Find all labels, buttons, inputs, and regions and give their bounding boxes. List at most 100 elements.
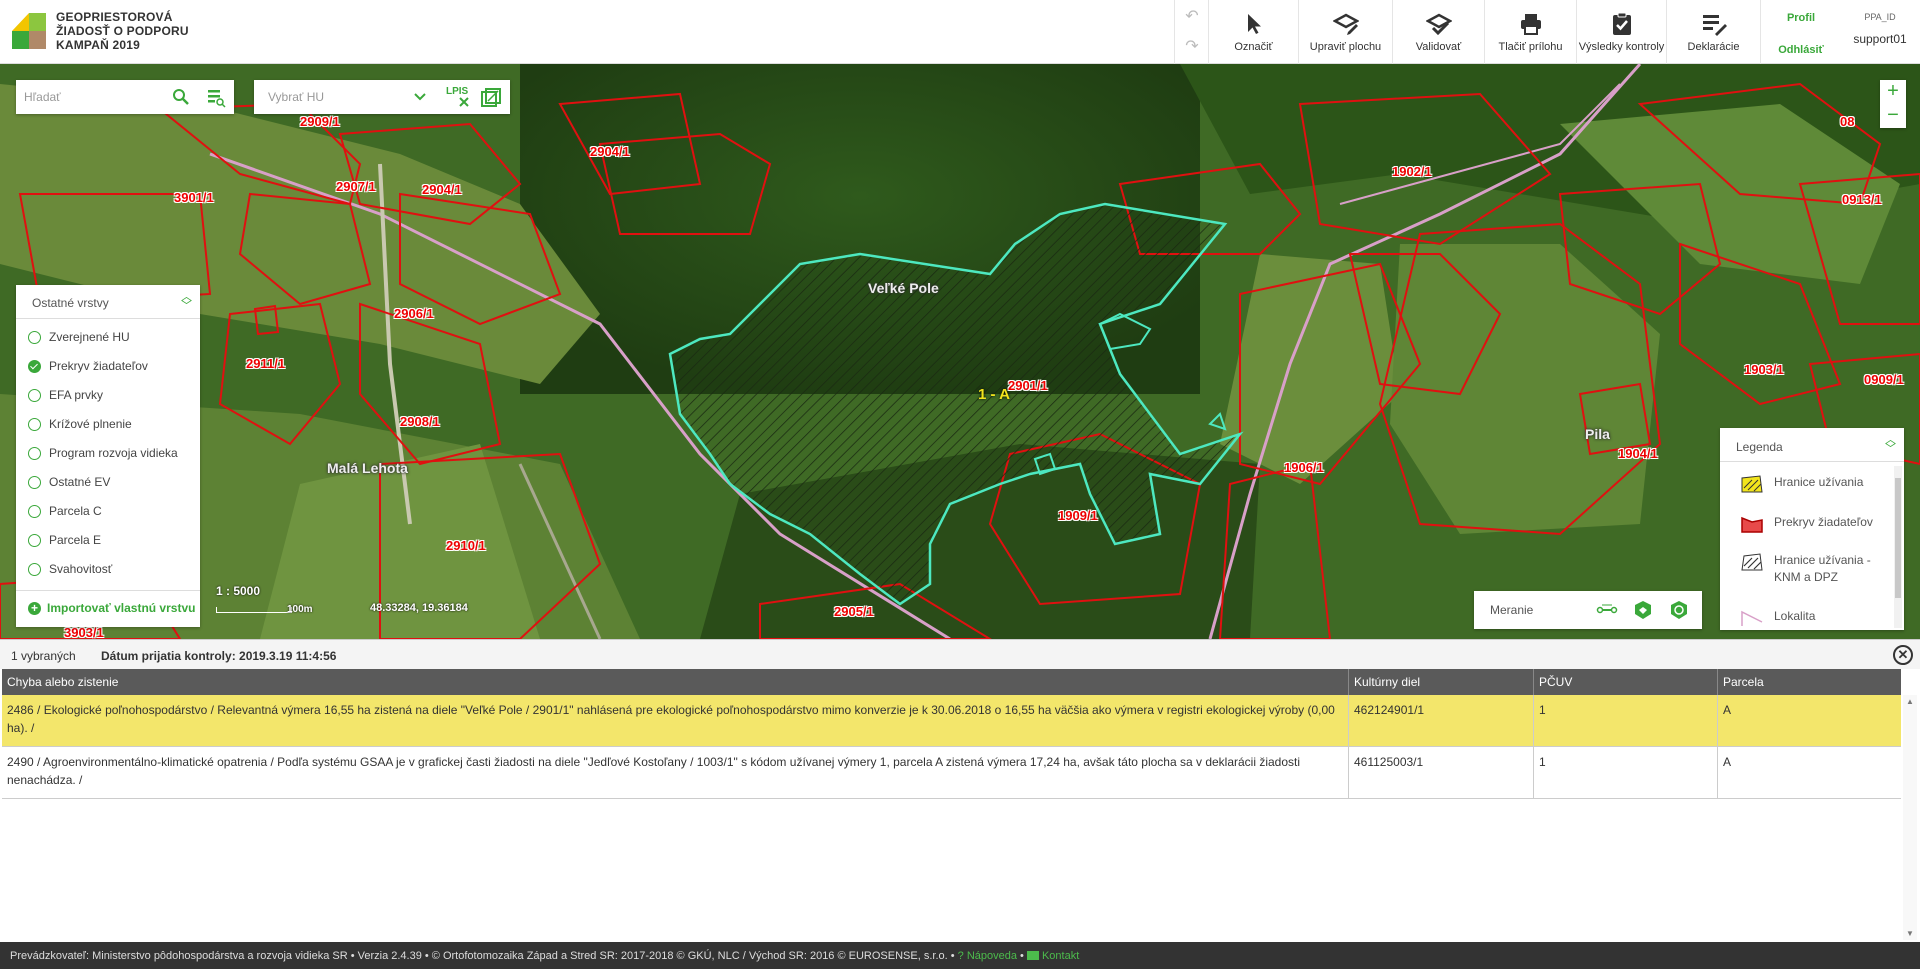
search-input[interactable] [24,87,164,107]
scroll-down-icon[interactable]: ▼ [1906,929,1914,938]
search-icon[interactable] [172,88,190,106]
radio-icon [28,446,41,460]
radio-icon [28,417,41,431]
legend-header[interactable]: Legenda ︿ ﹀ [1720,428,1904,462]
map-canvas[interactable]: 2909/1 2904/1 2907/1 2904/1 3901/1 2906/… [0,64,1920,639]
undo-redo-group: ↶ ↷ [1174,0,1208,64]
layer-item-parcela-c[interactable]: Parcela C [28,501,102,521]
parcel-cell: A [1723,703,1732,717]
parcel-label: 2908/1 [400,414,440,429]
legend-scrollbar[interactable] [1894,466,1902,628]
app-title-line2: ŽIADOSŤ O PODPORU [56,24,189,38]
tool-edit-area-button[interactable]: Upraviť plochu [1298,0,1392,64]
column-header-parcel[interactable]: Parcela [1718,669,1901,695]
print-icon [1520,14,1541,35]
search-list-icon[interactable] [206,88,226,108]
tool-declarations-button[interactable]: Deklarácie [1666,0,1760,64]
table-row[interactable]: 2486 / Ekologické poľnohospodárstvo / Re… [2,695,1901,747]
tool-select-button[interactable]: Označiť [1208,0,1298,64]
layer-item-parcela-e[interactable]: Parcela E [28,530,101,550]
layer-item-label: Parcela E [49,533,102,547]
radio-icon [28,562,41,576]
layers-panel-title: Ostatné vrstvy [32,296,109,310]
app-title-line3: KAMPAŇ 2019 [56,38,141,52]
control-date: Dátum prijatia kontroly: 2019.3.19 11:4:… [101,649,337,663]
tool-print-button[interactable]: Tlačiť prílohu [1484,0,1576,64]
parcel-label: 2906/1 [394,306,434,321]
chevron-down-icon[interactable] [414,92,426,102]
scale-bar-label: 100m [287,604,313,615]
map-layer-toggle-icon[interactable] [480,88,502,108]
results-table: Chyba alebo zistenie Kultúrny diel PČUV … [0,669,1920,942]
hu-select-box: Vybrať HU LPIS [254,80,510,114]
legend-item: Prekryv žiadateľov [1740,514,1873,534]
parcel-label: 2909/1 [300,114,340,129]
usage-boundary-icon [1741,475,1763,493]
footer-text: Prevádzkovateľ: Ministerstvo pôdohospodá… [10,950,955,962]
column-header-pcuv[interactable]: PČUV [1534,669,1718,695]
layer-item-label: Svahovitosť [49,562,113,576]
measure-clear-icon[interactable] [1668,599,1690,621]
measure-label: Meranie [1490,603,1534,617]
collapse-icon[interactable]: ︿ ﹀ [181,292,192,312]
tool-select-label: Označiť [1234,41,1273,53]
collapse-icon[interactable]: ︿ ﹀ [1885,435,1896,455]
import-layer-button[interactable]: + Importovať vlastnú vrstvu [28,601,195,615]
zoom-out-button[interactable]: − [1880,104,1906,128]
finding-cell: 2490 / Agroenvironmentálno-klimatické op… [2,747,1349,798]
layer-item-label: Parcela C [49,504,102,518]
parcel-label: 2904/1 [590,144,630,159]
zoom-control: + − [1880,80,1906,128]
app-title: GEOPRIESTOROVÁ ŽIADOSŤ O PODPORU KAMPAŇ … [56,10,189,52]
layer-item-program-rozvoja-vidieka[interactable]: Program rozvoja vidieka [28,443,178,463]
column-header-finding[interactable]: Chyba alebo zistenie [2,669,1349,695]
parcel-label: 2905/1 [834,604,874,619]
help-link[interactable]: ? Nápoveda [958,950,1017,962]
contact-label: Kontakt [1041,950,1080,962]
table-row[interactable]: 2490 / Agroenvironmentálno-klimatické op… [2,747,1901,799]
legend-item-label: Lokalita [1774,609,1816,623]
parcel-label: 0913/1 [1842,192,1882,207]
tool-validate-label: Validovať [1415,41,1462,53]
undo-icon[interactable]: ↶ [1183,8,1201,26]
radio-icon [28,330,41,344]
profile-menu: Profil Odhlásiť [1760,0,1840,64]
layer-item-svahovitost[interactable]: Svahovitosť [28,559,112,579]
question-icon: ? [957,950,964,962]
scroll-up-icon[interactable]: ▲ [1906,697,1914,706]
column-header-block[interactable]: Kultúrny diel [1349,669,1534,695]
layer-item-krizove-plnenie[interactable]: Krížové plnenie [28,414,132,434]
measure-distance-icon[interactable] [1596,599,1618,621]
block-cell: 461125003/1 [1349,747,1534,798]
results-info-bar: 1 vybraných Dátum prijatia kontroly: 201… [0,639,1920,669]
table-header: Chyba alebo zistenie Kultúrny diel PČUV … [2,669,1901,695]
orthophoto-map [0,64,1920,639]
radio-icon [28,388,41,402]
layers-panel-header[interactable]: Ostatné vrstvy ︿ ﹀ [16,285,200,319]
layer-item-prekryv-ziadatelov[interactable]: Prekryv žiadateľov [28,356,148,376]
legend-title: Legenda [1736,440,1783,454]
place-label: Malá Lehota [327,460,408,476]
radio-icon [28,504,41,518]
tool-results-label: Výsledky kontroly [1578,41,1665,53]
measure-area-icon[interactable] [1632,599,1654,621]
contact-link[interactable]: Kontakt [1026,950,1080,962]
selected-parcel-label[interactable]: 1 - A [978,386,1010,403]
zoom-in-button[interactable]: + [1880,80,1906,104]
lpis-toggle-button[interactable]: LPIS [446,86,469,107]
layer-item-ostatne-ev[interactable]: Ostatné EV [28,472,110,492]
layer-item-label: EFA prvky [49,388,104,402]
logout-link[interactable]: Odhlásiť [1761,44,1841,56]
profile-link[interactable]: Profil [1761,12,1841,24]
legend-item: Lokalita [1740,608,1815,628]
table-scrollbar[interactable]: ▲ ▼ [1903,695,1917,940]
tool-results-button[interactable]: Výsledky kontroly [1576,0,1666,64]
layer-item-zverejnene-hu[interactable]: Zverejnené HU [28,327,130,347]
redo-icon[interactable]: ↷ [1183,38,1201,56]
app-footer: Prevádzkovateľ: Ministerstvo pôdohospodá… [0,942,1920,969]
close-panel-button[interactable]: ✕ [1893,645,1913,665]
tool-validate-button[interactable]: Validovať [1392,0,1484,64]
layer-item-efa-prvky[interactable]: EFA prvky [28,385,103,405]
hu-select-dropdown[interactable]: Vybrať HU [268,90,324,104]
place-label: Pila [1585,426,1610,442]
